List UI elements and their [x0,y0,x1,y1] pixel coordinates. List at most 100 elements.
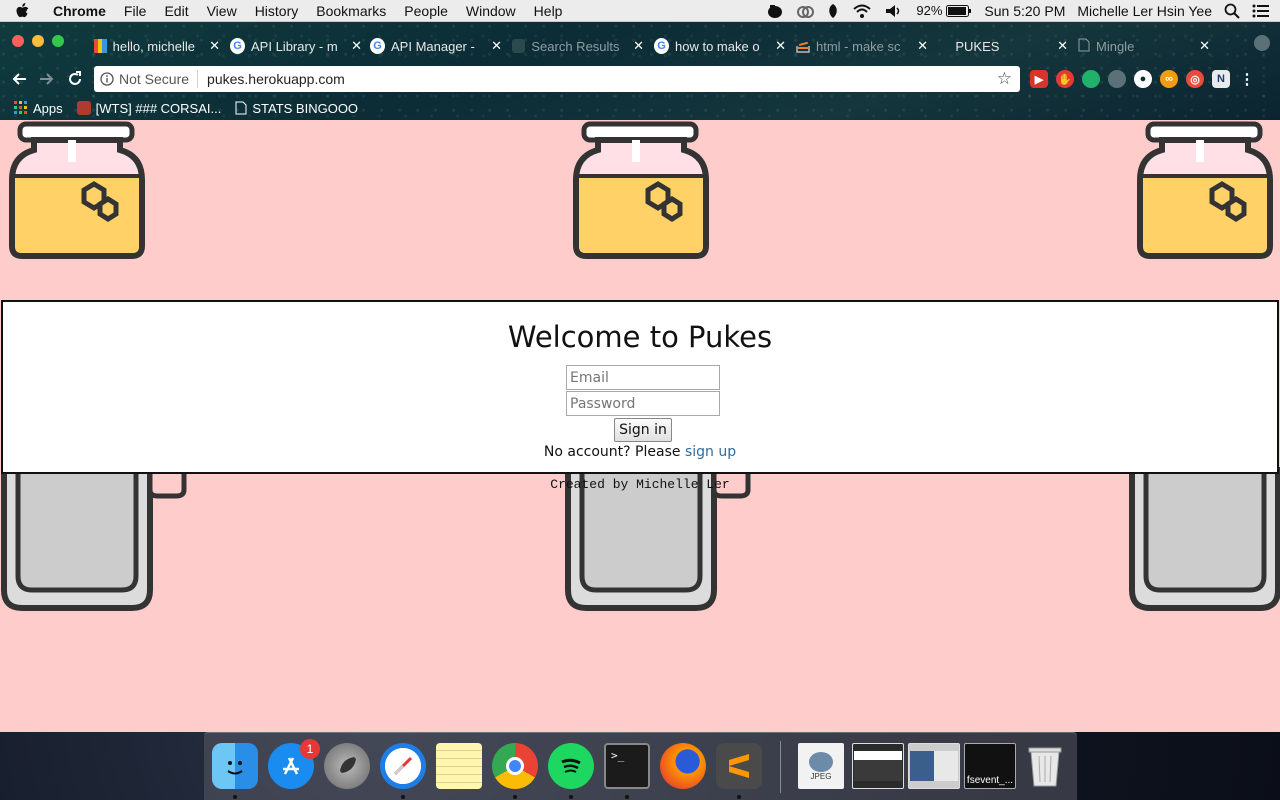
trash-icon [1028,747,1062,787]
battery-status[interactable]: 92% [916,3,972,18]
close-icon[interactable]: ✕ [351,38,362,54]
extension-infinity-icon[interactable]: ∞ [1160,70,1178,88]
extension-disabled-icon[interactable] [1108,70,1126,88]
menu-view[interactable]: View [198,0,246,22]
menu-help[interactable]: Help [525,0,572,22]
apple-icon[interactable] [0,2,44,19]
dock-launchpad[interactable] [324,743,370,789]
dock-recent-screenshot-2[interactable] [908,743,960,789]
bookmark-corsair[interactable]: [WTS] ### CORSAI... [76,101,221,116]
empty-jar-icon [1,467,187,611]
menu-app-name[interactable]: Chrome [44,0,115,22]
extension-shield-icon[interactable] [1082,70,1100,88]
dock-sublime[interactable] [716,743,762,789]
reload-button[interactable] [61,65,89,93]
dock-trash[interactable] [1022,743,1068,789]
dock-finder[interactable] [212,743,258,789]
finder-icon [227,761,243,775]
dock-notes[interactable] [436,743,482,789]
menu-window[interactable]: Window [457,0,525,22]
honey-jar-icon [9,121,145,259]
chrome-menu-icon[interactable]: ⋮ [1238,70,1256,88]
menu-file[interactable]: File [115,0,156,22]
forward-button[interactable] [33,65,61,93]
dock-chrome[interactable] [492,743,538,789]
tab-mingle[interactable]: Mingle ✕ [1070,32,1210,60]
tab-label: hello, michelle [112,38,195,54]
menu-bookmarks[interactable]: Bookmarks [307,0,395,22]
evernote-icon[interactable] [766,3,784,19]
close-icon[interactable]: ✕ [491,38,502,54]
dock-recent-fsevent[interactable]: fsevent_... [964,743,1016,789]
dock-app-store[interactable]: 1 [268,739,320,789]
zoom-window-button[interactable] [52,35,64,47]
dock-recent-jpeg[interactable]: JPEG [798,743,844,789]
close-icon[interactable]: ✕ [917,38,928,54]
browser-chrome: hello, michelle ✕ G API Library - m ✕ G … [0,22,1280,120]
extension-chat-icon[interactable]: ● [1134,70,1152,88]
dock-firefox[interactable] [660,743,706,789]
close-icon[interactable]: ✕ [1057,38,1068,54]
google-icon: G [654,38,670,54]
dock-spotify[interactable] [548,743,594,789]
password-field[interactable] [566,391,720,416]
empty-jar-icon [565,467,751,611]
extension-hand-icon[interactable]: ✋ [1056,70,1074,88]
tab-hello-michelle[interactable]: hello, michelle ✕ [86,32,220,60]
menu-edit[interactable]: Edit [155,0,197,22]
extension-target-icon[interactable]: ◎ [1186,70,1204,88]
tab-search-results[interactable]: Search Results ✕ [504,32,644,60]
profile-icon[interactable] [1254,35,1270,51]
running-indicator [233,795,237,799]
close-icon[interactable]: ✕ [209,38,220,54]
tab-how-to-make[interactable]: G how to make o ✕ [646,32,786,60]
close-window-button[interactable] [12,35,24,47]
volume-icon[interactable] [884,3,904,19]
bookmark-apps[interactable]: Apps [14,101,63,116]
extension-video-icon[interactable]: ▶ [1030,70,1048,88]
bookmark-star-icon[interactable]: ☆ [997,69,1012,89]
sign-up-link[interactable]: sign up [685,444,736,460]
dock-recent-screenshot[interactable] [852,743,904,789]
close-icon[interactable]: ✕ [1199,38,1210,54]
dock-terminal[interactable]: >_ [604,743,650,789]
menu-history[interactable]: History [246,0,308,22]
page-content: Welcome to Pukes Sign in No account? Ple… [0,120,1280,732]
close-icon[interactable]: ✕ [633,38,644,54]
site-info[interactable]: Not Secure [94,70,199,88]
spotlight-icon[interactable] [1224,3,1240,19]
login-panel: Welcome to Pukes Sign in No account? Ple… [1,300,1279,474]
clock[interactable]: Sun 5:20 PM [984,3,1065,19]
google-icon: G [230,38,246,54]
vpn-icon[interactable] [826,3,840,19]
minimize-window-button[interactable] [32,35,44,47]
creative-cloud-icon[interactable] [796,3,815,19]
chrome-icon [506,757,524,775]
bookmark-stats[interactable]: STATS BINGOOO [235,101,358,116]
back-arrow-icon [12,73,26,85]
wifi-icon[interactable] [852,3,872,19]
tab-label: Search Results [531,38,620,54]
battery-icon [946,4,972,17]
extension-n-icon[interactable]: N [1212,70,1230,88]
menu-people[interactable]: People [395,0,457,22]
document-icon [1078,38,1090,55]
tab-pukes[interactable]: PUKES ✕ [928,32,1068,60]
user-name[interactable]: Michelle Ler Hsin Yee [1077,3,1212,19]
url-text[interactable]: pukes.herokuapp.com [198,71,345,87]
back-button[interactable] [5,65,33,93]
bookmark-favicon [76,101,91,115]
tab-label: how to make o [675,38,760,54]
close-icon[interactable]: ✕ [775,38,786,54]
tab-api-manager[interactable]: G API Manager - ✕ [362,32,502,60]
app-store-icon [283,757,299,775]
tab-html-make[interactable]: html - make sc ✕ [788,32,928,60]
tab-label: API Library - m [251,38,338,54]
tab-api-library[interactable]: G API Library - m ✕ [222,32,362,60]
email-field[interactable] [566,365,720,390]
address-bar[interactable]: Not Secure pukes.herokuapp.com ☆ [94,66,1020,92]
notification-center-icon[interactable] [1252,4,1270,18]
dock-safari[interactable] [380,743,426,789]
sign-in-button[interactable]: Sign in [614,418,672,442]
running-indicator [569,795,573,799]
